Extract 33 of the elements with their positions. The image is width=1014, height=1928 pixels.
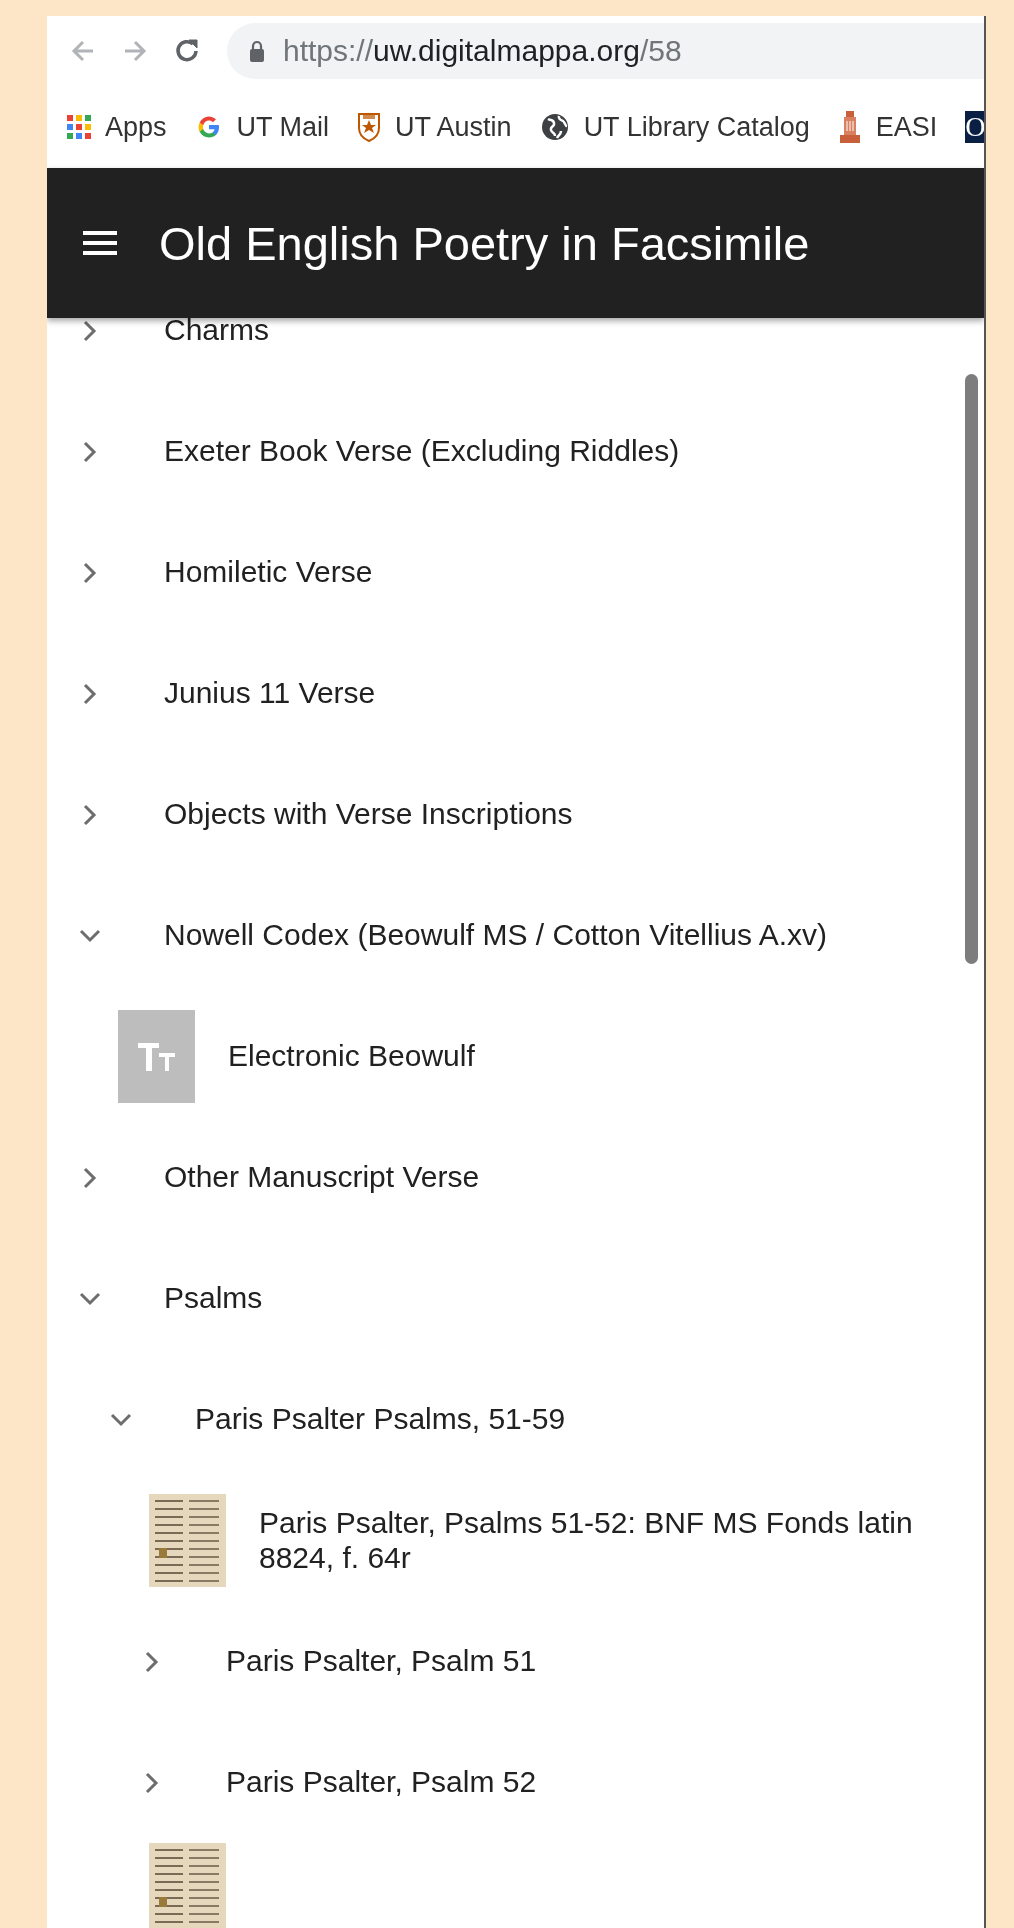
bookmark-link[interactable]: UT Austin xyxy=(357,111,512,143)
menu-button[interactable] xyxy=(83,230,117,256)
scrollbar-thumb[interactable] xyxy=(965,374,978,964)
folder-title[interactable]: Exeter Book Verse (Excluding Riddles) xyxy=(164,434,680,469)
menu-icon xyxy=(83,230,117,256)
globe-icon xyxy=(539,112,570,142)
bookmark-link[interactable]: UT Mail xyxy=(194,111,330,143)
folder-title[interactable]: Nowell Codex (Beowulf MS / Cotton Vitellius A.xv) xyxy=(164,918,828,953)
folder-title[interactable]: Charms xyxy=(164,318,269,348)
manuscript-thumbnail[interactable] xyxy=(149,1843,226,1928)
folder-title[interactable]: Paris Psalter Psalms, 51-59 xyxy=(195,1402,566,1437)
page-title[interactable]: Electronic Beowulf xyxy=(228,1039,475,1074)
folder-title[interactable]: Other Manuscript Verse xyxy=(164,1160,480,1195)
bookmark-link[interactable]: Apps xyxy=(67,111,167,143)
folder-title[interactable]: Objects with Verse Inscriptions xyxy=(164,797,573,832)
page-title[interactable]: Paris Psalter, Psalms 51-52: BNF MS Fonds latin 8824, f. 64r xyxy=(259,1506,944,1575)
folder-title[interactable]: Paris Psalter, Psalm 52 xyxy=(226,1765,537,1800)
folder-title[interactable]: Junius 11 Verse xyxy=(164,676,376,711)
folder-title[interactable]: Homiletic Verse xyxy=(164,555,373,590)
tower-icon xyxy=(837,109,862,145)
bookmark-link[interactable]: UT Library Catalog xyxy=(539,111,810,143)
apps-grid-icon xyxy=(67,115,91,139)
text-format-thumbnail[interactable] xyxy=(118,1010,195,1103)
shield-icon xyxy=(357,111,382,143)
manuscript-thumbnail[interactable] xyxy=(149,1494,226,1587)
bookmark-link[interactable]: EASI xyxy=(837,109,938,145)
bookmark-favicon[interactable]: O xyxy=(965,111,984,143)
folder-title[interactable]: Paris Psalter, Psalm 51 xyxy=(226,1644,537,1679)
lock-icon xyxy=(249,39,265,63)
address-bar[interactable]: https://uw.digitalmappa.org/58 xyxy=(227,23,984,79)
app-title: Old English Poetry in Facsimile xyxy=(159,215,810,271)
url-text: https://uw.digitalmappa.org/58 xyxy=(283,34,682,68)
folder-title[interactable]: Psalms xyxy=(164,1281,263,1316)
